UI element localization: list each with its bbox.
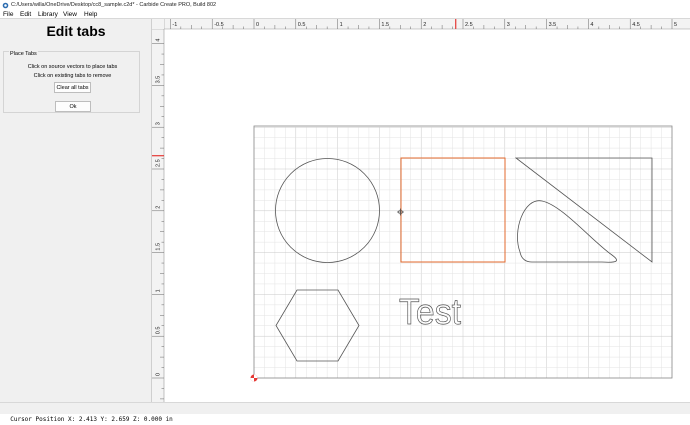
ruler-label-x: 0.5	[298, 22, 306, 28]
app-icon	[2, 2, 9, 8]
ruler-label-y: 0	[156, 373, 162, 376]
ruler-label-y: 3.5	[156, 76, 162, 84]
design-canvas-area[interactable]: -1 -0.5 0 0.5 1 1.5 2 2.5 3 3.5 4 4.5 5 0 0.5 1 1.5 2 2.5 3…	[152, 19, 690, 402]
ruler-label-y: 2	[156, 206, 162, 209]
window-title-bar: C:/Users/willa/OneDrive/Desktop/cc8_samp…	[0, 0, 690, 10]
ruler-label-x: 4.5	[632, 22, 640, 28]
cursor-crosshair-icon	[397, 208, 404, 216]
ok-button[interactable]: Ok	[55, 101, 91, 112]
window-title: C:/Users/willa/OneDrive/Desktop/cc8_samp…	[11, 2, 217, 8]
ruler-label-y: 1.5	[156, 243, 162, 251]
ruler-label-x: -0.5	[214, 22, 223, 28]
square-vector-selected[interactable]	[400, 157, 506, 263]
ruler-label-x: 4	[590, 22, 593, 28]
ruler-label-y: 4	[156, 39, 162, 42]
menu-help[interactable]: Help	[84, 10, 97, 19]
origin-marker-icon	[250, 374, 258, 382]
ruler-label-y: 1	[156, 289, 162, 292]
place-tabs-label: Place Tabs	[9, 51, 38, 57]
ruler-label-x: 1	[340, 22, 343, 28]
ruler-label-x: 2.5	[465, 22, 473, 28]
menu-edit[interactable]: Edit	[20, 10, 31, 19]
menu-library[interactable]: Library	[38, 10, 58, 19]
ruler-label-y: 2.5	[156, 159, 162, 167]
panel-title: Edit tabs	[46, 23, 106, 39]
status-bar: Cursor Position X: 2.413 Y: 2.659 Z: 0.0…	[0, 402, 690, 423]
circle-vector[interactable]	[275, 158, 380, 263]
cursor-position-readout: Cursor Position X: 2.413 Y: 2.659 Z: 0.0…	[10, 416, 173, 423]
ruler-label-x: 1.5	[381, 22, 389, 28]
ruler-label-x: -1	[172, 22, 177, 28]
triangle-vector[interactable]	[514, 157, 653, 263]
menu-view[interactable]: View	[63, 10, 77, 19]
edit-tabs-panel: Edit tabs Place Tabs Click on source vec…	[0, 19, 152, 402]
ruler-label-x: 3	[507, 22, 510, 28]
ruler-label-x: 5	[674, 22, 677, 28]
instruction-place: Click on source vectors to place tabs	[27, 64, 118, 70]
text-vector[interactable]: Test	[399, 291, 462, 333]
design-canvas[interactable]: -1 -0.5 0 0.5 1 1.5 2 2.5 3 3.5 4 4.5 5 0 0.5 1 1.5 2 2.5 3…	[152, 19, 690, 402]
ruler-label-y: 0.5	[156, 327, 162, 335]
menu-bar: File Edit Library View Help	[0, 10, 690, 19]
ruler-label-y: 3	[156, 122, 162, 125]
ruler-label-x: 3.5	[549, 22, 557, 28]
ruler-label-x: 2	[423, 22, 426, 28]
ruler-label-x: 0	[256, 22, 259, 28]
instruction-remove: Click on existing tabs to remove	[33, 73, 112, 79]
menu-file[interactable]: File	[3, 10, 13, 19]
clear-all-tabs-button[interactable]: Clear all tabs	[54, 82, 91, 93]
